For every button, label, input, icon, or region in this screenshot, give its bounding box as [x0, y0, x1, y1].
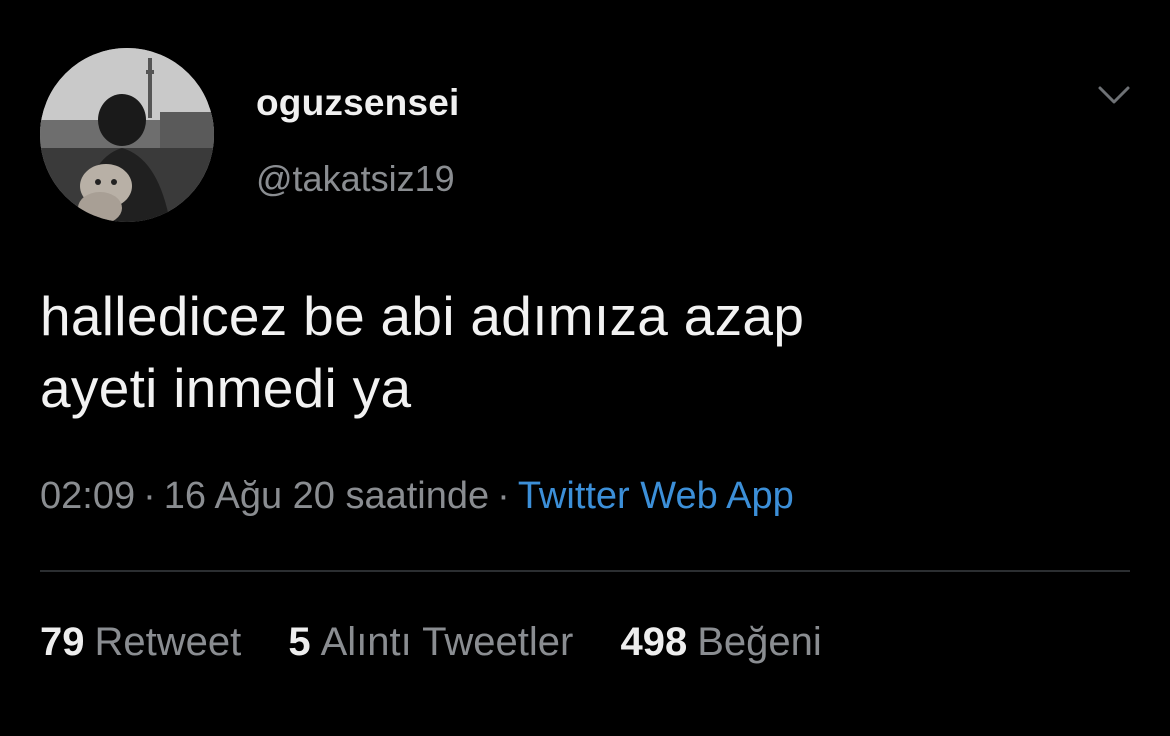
tweet-date[interactable]: 16 Ağu 20 saatinde — [164, 475, 489, 517]
tweet-text-line: halledicez be abi adımıza azap — [40, 285, 805, 347]
quotes-count: 5 — [288, 620, 311, 664]
user-handle[interactable]: @takatsiz19 — [256, 158, 455, 200]
likes-count: 498 — [620, 620, 688, 664]
tweet-source-link[interactable]: Twitter Web App — [518, 475, 794, 517]
tweet-text-line: ayeti inmedi ya — [40, 357, 412, 419]
tweet-card: oguzsensei @takatsiz19 halledicez be abi… — [0, 0, 1170, 736]
chevron-down-icon[interactable] — [1094, 80, 1134, 112]
quotes-stat[interactable]: 5 Alıntı Tweetler — [288, 620, 573, 665]
user-avatar-photo — [40, 48, 214, 222]
quotes-label: Alıntı Tweetler — [320, 620, 574, 664]
retweets-count: 79 — [40, 620, 85, 664]
tweet-stats: 79 Retweet 5 Alıntı Tweetler 498 Beğeni — [40, 620, 858, 665]
separator: · — [497, 475, 510, 517]
avatar[interactable] — [40, 48, 214, 222]
tweet-meta: 02:09 · 16 Ağu 20 saatinde · Twitter Web App — [40, 475, 794, 518]
likes-stat[interactable]: 498 Beğeni — [620, 620, 821, 665]
tweet-text: halledicez be abi adımıza azap ayeti inm… — [40, 280, 1120, 424]
divider — [40, 570, 1130, 572]
retweets-stat[interactable]: 79 Retweet — [40, 620, 241, 665]
likes-label: Beğeni — [697, 620, 822, 664]
separator: · — [143, 475, 156, 517]
tweet-time[interactable]: 02:09 — [40, 475, 135, 517]
retweets-label: Retweet — [94, 620, 242, 664]
display-name[interactable]: oguzsensei — [256, 82, 460, 124]
